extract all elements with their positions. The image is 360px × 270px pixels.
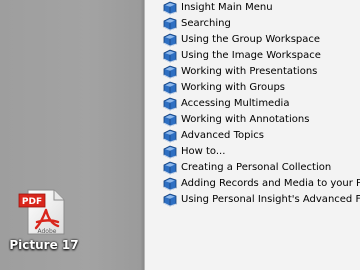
toc-item[interactable]: Creating a Personal Collection <box>163 160 360 176</box>
book-icon <box>163 1 177 15</box>
toc-item-label: Creating a Personal Collection <box>181 162 332 173</box>
book-icon <box>163 145 177 159</box>
toc-item[interactable]: Advanced Topics <box>163 128 360 144</box>
toc-item-label: Working with Groups <box>181 82 286 93</box>
pdf-badge-text: PDF <box>22 197 42 207</box>
book-icon <box>163 49 177 63</box>
toc-item-label: Searching <box>181 18 231 29</box>
toc-item-label: Accessing Multimedia <box>181 98 290 109</box>
toc-item[interactable]: Searching <box>163 16 360 32</box>
book-icon <box>163 17 177 31</box>
toc-item-label: Using Personal Insight's Advanced Featur… <box>181 194 360 205</box>
toc-item[interactable]: Working with Presentations <box>163 64 360 80</box>
toc-item[interactable]: Using the Image Workspace <box>163 48 360 64</box>
file-name-label[interactable]: Picture 17 <box>4 238 84 252</box>
adobe-brand-text: Adobe <box>38 228 57 235</box>
book-icon <box>163 161 177 175</box>
toc-item[interactable]: Working with Groups <box>163 80 360 96</box>
book-icon <box>163 129 177 143</box>
toc-item[interactable]: Insight Main Menu <box>163 0 360 16</box>
toc-item[interactable]: Using the Group Workspace <box>163 32 360 48</box>
book-icon <box>163 97 177 111</box>
toc-item-label: Working with Presentations <box>181 66 318 77</box>
help-contents-list: Insight Main Menu Searching Using the Grou… <box>163 0 360 208</box>
toc-item[interactable]: Working with Annotations <box>163 112 360 128</box>
toc-item-label: How to... <box>181 146 226 157</box>
toc-item[interactable]: Accessing Multimedia <box>163 96 360 112</box>
toc-item-label: Insight Main Menu <box>181 2 273 13</box>
book-icon <box>163 33 177 47</box>
toc-item-label: Advanced Topics <box>181 130 264 141</box>
help-window: Insight Main Menu Searching Using the Grou… <box>144 0 360 270</box>
toc-item-label: Adding Records and Media to your Persona… <box>181 178 360 189</box>
book-icon <box>163 81 177 95</box>
book-icon <box>163 113 177 127</box>
toc-item-label: Using the Image Workspace <box>181 50 321 61</box>
toc-item[interactable]: Using Personal Insight's Advanced Featur… <box>163 192 360 208</box>
book-icon <box>163 177 177 191</box>
toc-item-label: Using the Group Workspace <box>181 34 321 45</box>
book-icon <box>163 65 177 79</box>
toc-item[interactable]: Adding Records and Media to your Persona… <box>163 176 360 192</box>
pdf-file-icon[interactable]: PDF Adobe <box>16 188 70 236</box>
book-icon <box>163 193 177 207</box>
toc-item-label: Working with Annotations <box>181 114 310 125</box>
toc-item[interactable]: How to... <box>163 144 360 160</box>
